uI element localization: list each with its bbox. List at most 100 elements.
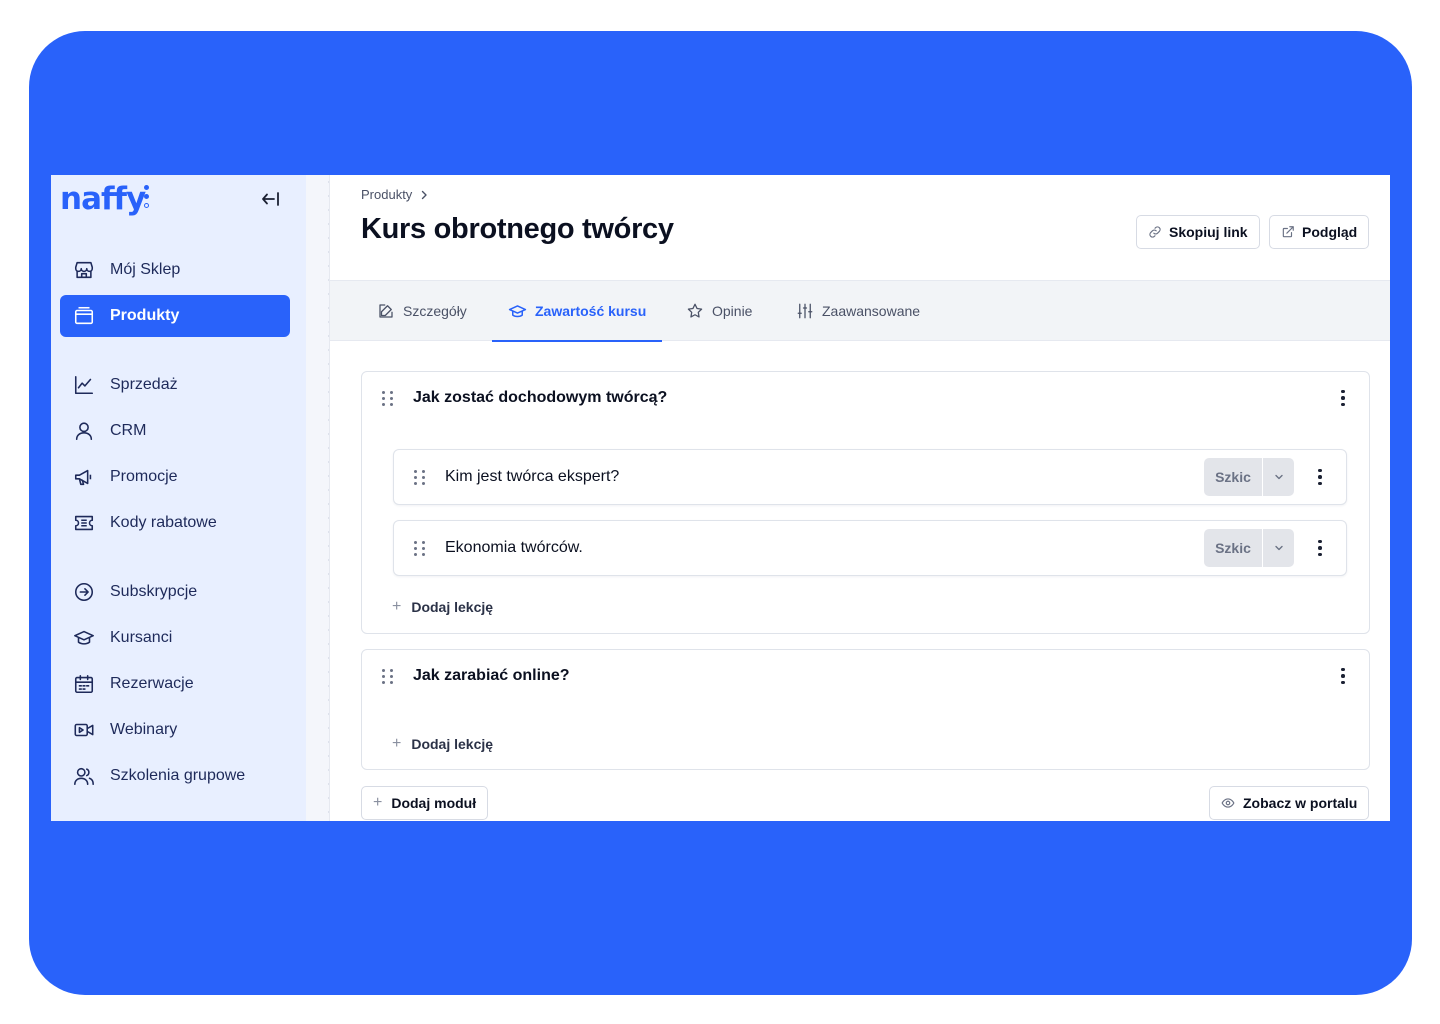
chevron-down-icon bbox=[1274, 474, 1283, 480]
add-lesson-label: Dodaj lekcję bbox=[411, 599, 494, 615]
star-icon bbox=[687, 303, 703, 318]
module-menu-icon[interactable] bbox=[1335, 666, 1351, 686]
sidebar: naffy Mój Sklep Produkty Sprzedaż CRM Pr… bbox=[51, 175, 306, 821]
module-header: Jak zarabiać online? bbox=[362, 650, 1369, 702]
users-icon bbox=[72, 764, 96, 788]
arrow-left-bar-icon bbox=[262, 192, 279, 206]
sidebar-item-promocje[interactable]: Promocje bbox=[60, 456, 290, 498]
graduation-cap-icon bbox=[72, 626, 96, 650]
sidebar-item-sprzedaz[interactable]: Sprzedaż bbox=[60, 364, 290, 406]
module-title: Jak zarabiać online? bbox=[413, 667, 570, 684]
sidebar-item-moj-sklep[interactable]: Mój Sklep bbox=[60, 249, 290, 291]
sidebar-item-kody-rabatowe[interactable]: Kody rabatowe bbox=[60, 502, 290, 544]
add-module-label: Dodaj moduł bbox=[391, 795, 477, 811]
breadcrumb: Produkty bbox=[361, 187, 428, 202]
tab-zawartosc-kursu[interactable]: Zawartość kursu bbox=[491, 281, 663, 342]
sidebar-item-label: Mój Sklep bbox=[110, 261, 181, 278]
tab-label: Zaawansowane bbox=[822, 303, 921, 319]
megaphone-icon bbox=[72, 465, 96, 489]
chevron-right-icon bbox=[422, 190, 428, 199]
module-header: Jak zostać dochodowym twórcą? bbox=[362, 372, 1369, 424]
view-in-portal-button[interactable]: Zobacz w portalu bbox=[1209, 786, 1370, 820]
view-in-portal-label: Zobacz w portalu bbox=[1243, 795, 1358, 811]
lesson-menu-icon[interactable] bbox=[1312, 467, 1328, 487]
sidebar-item-label: Szkolenia grupowe bbox=[110, 767, 246, 784]
page-header: Produkty Kurs obrotnego twórcy Skopiuj l… bbox=[330, 175, 1390, 281]
drag-handle-icon[interactable] bbox=[414, 469, 426, 485]
main-content: Produkty Kurs obrotnego twórcy Skopiuj l… bbox=[330, 175, 1390, 821]
plus-icon: + bbox=[392, 735, 402, 752]
module-title: Jak zostać dochodowym twórcą? bbox=[413, 389, 668, 406]
link-icon bbox=[1149, 226, 1161, 238]
video-icon bbox=[72, 718, 96, 742]
dotted-rail bbox=[306, 175, 330, 821]
sidebar-nav: Mój Sklep Produkty Sprzedaż CRM Promocje… bbox=[60, 249, 290, 801]
copy-link-label: Skopiuj link bbox=[1169, 224, 1248, 240]
plus-icon: + bbox=[392, 598, 402, 615]
folder-icon bbox=[72, 304, 96, 328]
add-lesson-button[interactable]: + Dodaj lekcję bbox=[392, 598, 493, 616]
add-module-button[interactable]: + Dodaj moduł bbox=[361, 786, 489, 820]
eye-icon bbox=[1221, 798, 1235, 808]
sidebar-item-kursanci[interactable]: Kursanci bbox=[60, 617, 290, 659]
collapse-sidebar-button[interactable] bbox=[259, 188, 283, 210]
coupon-icon bbox=[72, 511, 96, 535]
tab-bar: Szczegóły Zawartość kursu Opinie Zaawans… bbox=[330, 281, 1390, 342]
chevron-down-icon bbox=[1274, 545, 1283, 551]
plus-icon: + bbox=[373, 794, 383, 811]
sidebar-item-label: Subskrypcje bbox=[110, 583, 198, 600]
calendar-icon bbox=[72, 672, 96, 696]
status-label: Szkic bbox=[1215, 469, 1251, 485]
sidebar-item-szkolenia-grupowe[interactable]: Szkolenia grupowe bbox=[60, 755, 290, 797]
drag-handle-icon[interactable] bbox=[382, 390, 394, 406]
status-dropdown[interactable]: Szkic bbox=[1204, 458, 1294, 496]
edit-icon bbox=[379, 304, 393, 318]
add-lesson-label: Dodaj lekcję bbox=[411, 736, 494, 752]
tab-label: Szczegóły bbox=[403, 303, 467, 319]
graduation-cap-icon bbox=[508, 304, 527, 317]
status-dropdown[interactable]: Szkic bbox=[1204, 529, 1294, 567]
module-card: Jak zarabiać online? + Dodaj lekcję bbox=[361, 649, 1370, 770]
lesson-row[interactable]: Kim jest twórca ekspert? Szkic bbox=[393, 449, 1347, 505]
sidebar-item-subskrypcje[interactable]: Subskrypcje bbox=[60, 571, 290, 613]
sidebar-item-label: Webinary bbox=[110, 721, 178, 738]
drag-handle-icon[interactable] bbox=[382, 668, 394, 684]
sidebar-item-webinary[interactable]: Webinary bbox=[60, 709, 290, 751]
sidebar-item-rezerwacje[interactable]: Rezerwacje bbox=[60, 663, 290, 705]
logo-dots-icon bbox=[144, 185, 150, 212]
tab-zaawansowane[interactable]: Zaawansowane bbox=[796, 281, 920, 341]
lesson-row[interactable]: Ekonomia twórców. Szkic bbox=[393, 520, 1347, 576]
drag-handle-icon[interactable] bbox=[414, 540, 426, 556]
breadcrumb-link-produkty[interactable]: Produkty bbox=[361, 187, 412, 202]
sidebar-item-label: CRM bbox=[110, 422, 147, 439]
chart-line-icon bbox=[72, 373, 96, 397]
tab-szczegoly[interactable]: Szczegóły bbox=[377, 281, 467, 341]
sidebar-item-label: Promocje bbox=[110, 468, 178, 485]
store-icon bbox=[72, 258, 96, 282]
copy-link-button[interactable]: Skopiuj link bbox=[1136, 215, 1260, 249]
page-title: Kurs obrotnego twórcy bbox=[361, 213, 674, 245]
preview-label: Podgląd bbox=[1302, 224, 1358, 240]
tab-opinie[interactable]: Opinie bbox=[686, 281, 752, 341]
sidebar-item-label: Kursanci bbox=[110, 629, 173, 646]
status-caret[interactable] bbox=[1262, 458, 1294, 496]
sidebar-item-label: Sprzedaż bbox=[110, 376, 178, 393]
status-caret[interactable] bbox=[1262, 529, 1294, 567]
tab-label: Opinie bbox=[712, 303, 753, 319]
lesson-menu-icon[interactable] bbox=[1312, 538, 1328, 558]
sidebar-item-produkty[interactable]: Produkty bbox=[60, 295, 290, 337]
sliders-icon bbox=[797, 303, 813, 319]
preview-button[interactable]: Podgląd bbox=[1269, 215, 1370, 249]
sidebar-item-label: Kody rabatowe bbox=[110, 514, 217, 531]
tab-label: Zawartość kursu bbox=[535, 303, 647, 319]
module-card: Jak zostać dochodowym twórcą? Kim jest t… bbox=[361, 371, 1370, 634]
sidebar-item-label: Produkty bbox=[110, 307, 180, 324]
module-menu-icon[interactable] bbox=[1335, 388, 1351, 408]
lesson-title: Kim jest twórca ekspert? bbox=[445, 468, 620, 485]
logo: naffy bbox=[60, 181, 146, 217]
app-window: naffy Mój Sklep Produkty Sprzedaż CRM Pr… bbox=[51, 175, 1390, 821]
sidebar-item-crm[interactable]: CRM bbox=[60, 410, 290, 452]
status-label: Szkic bbox=[1215, 540, 1251, 556]
add-lesson-button[interactable]: + Dodaj lekcję bbox=[392, 735, 493, 753]
user-icon bbox=[72, 419, 96, 443]
